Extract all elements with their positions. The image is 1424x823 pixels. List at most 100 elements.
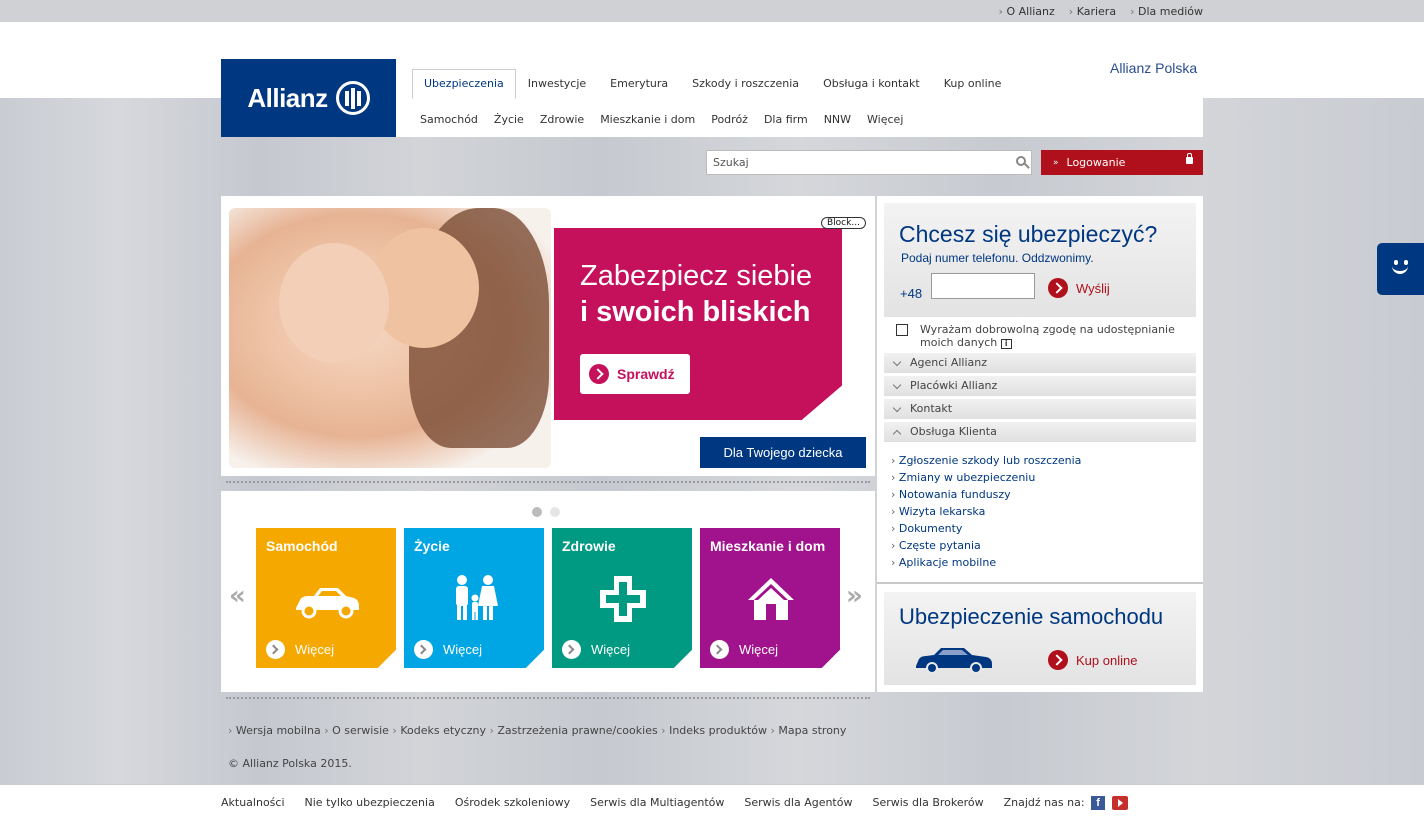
login-button[interactable]: » Logowanie xyxy=(1041,150,1203,175)
carousel-dot-2[interactable] xyxy=(550,507,560,517)
link-czeste-pytania[interactable]: Częste pytania xyxy=(891,537,1081,554)
phone-prefix: +48 xyxy=(900,286,923,301)
top-link-kariera[interactable]: Kariera xyxy=(1069,5,1116,18)
footer-nav-nie-tylko[interactable]: Nie tylko ubezpieczenia xyxy=(305,796,435,810)
tile-more-link[interactable]: Więcej xyxy=(562,640,630,659)
send-button[interactable]: Wyślij xyxy=(1048,278,1110,298)
tile-more-link[interactable]: Więcej xyxy=(414,640,482,659)
chevron-down-icon: » xyxy=(1053,157,1059,168)
house-icon xyxy=(748,578,794,620)
arrow-right-icon xyxy=(589,364,609,384)
link-wizyta[interactable]: Wizyta lekarska xyxy=(891,503,1081,520)
subnav-zdrowie[interactable]: Zdrowie xyxy=(540,113,584,126)
phone-input[interactable] xyxy=(931,273,1035,299)
send-label: Wyślij xyxy=(1076,280,1110,296)
nav-tab-ubezpieczenia[interactable]: Ubezpieczenia xyxy=(412,69,516,99)
footer-link-o-serwisie[interactable]: O serwisie xyxy=(321,724,389,737)
facebook-icon[interactable]: f xyxy=(1091,796,1106,810)
info-icon[interactable]: i xyxy=(1000,339,1012,349)
youtube-icon[interactable] xyxy=(1111,796,1128,810)
callback-subtitle: Podaj numer telefonu. Oddzwonimy. xyxy=(901,251,1094,265)
footer-nav-agentow[interactable]: Serwis dla Agentów xyxy=(744,796,852,810)
top-link-dla-mediow[interactable]: Dla mediów xyxy=(1130,5,1203,18)
footer-nav-aktualnosci[interactable]: Aktualności xyxy=(221,796,285,810)
accordion-kontakt[interactable]: Kontakt xyxy=(884,399,1196,419)
footer-link-kodeks[interactable]: Kodeks etyczny xyxy=(389,724,486,737)
accordion-agenci[interactable]: Agenci Allianz xyxy=(884,353,1196,373)
service-links: Zgłoszenie szkody lub roszczenia Zmiany … xyxy=(891,452,1082,571)
tile-samochod[interactable]: Samochód Więcej xyxy=(256,528,396,668)
car-insurance-promo[interactable]: Ubezpieczenie samochodu Kup online xyxy=(884,592,1196,685)
subnav-zycie[interactable]: Życie xyxy=(494,113,524,126)
subnav-podroz[interactable]: Podróż xyxy=(711,113,748,126)
search-input[interactable] xyxy=(707,151,997,173)
link-dokumenty[interactable]: Dokumenty xyxy=(891,520,1081,537)
dotted-divider xyxy=(226,697,870,699)
callback-form: Chcesz się ubezpieczyć? Podaj numer tele… xyxy=(884,203,1196,317)
tile-mieszkanie[interactable]: Mieszkanie i dom Więcej xyxy=(700,528,840,668)
block-tag[interactable]: Block... xyxy=(821,217,866,229)
smiley-mouth xyxy=(1392,264,1408,274)
lock-icon xyxy=(1186,153,1193,164)
top-link-o-allianz[interactable]: O Allianz xyxy=(999,5,1054,18)
tile-zycie[interactable]: Życie Więcej xyxy=(404,528,544,668)
promo-headline-2: i swoich bliskich xyxy=(580,296,811,328)
footer-nav-multiagentow[interactable]: Serwis dla Multiagentów xyxy=(590,796,724,810)
subnav-mieszkanie[interactable]: Mieszkanie i dom xyxy=(600,113,695,126)
accordion-placowki[interactable]: Placówki Allianz xyxy=(884,376,1196,396)
hero-promo-panel: Zabezpiecz siebie i swoich bliskich Spra… xyxy=(554,228,842,420)
allianz-logo[interactable]: Allianz xyxy=(221,59,396,137)
footer-navigation: Aktualności Nie tylko ubezpieczenia Ośro… xyxy=(221,796,1128,810)
consent-checkbox[interactable] xyxy=(896,324,908,336)
carousel-prev-icon[interactable]: « xyxy=(229,581,246,611)
subnav-nnw[interactable]: NNW xyxy=(824,113,851,126)
nav-tab-kup-online[interactable]: Kup online xyxy=(932,69,1014,99)
tile-more-label: Więcej xyxy=(591,642,631,657)
site-name-link[interactable]: Allianz Polska xyxy=(1110,60,1197,76)
tile-zdrowie[interactable]: Zdrowie Więcej xyxy=(552,528,692,668)
carousel-next-icon[interactable]: » xyxy=(846,581,863,611)
tile-title: Samochód xyxy=(266,538,338,554)
divider xyxy=(877,582,1203,584)
nav-tab-emerytura[interactable]: Emerytura xyxy=(598,69,680,99)
subnav-samochod[interactable]: Samochód xyxy=(420,113,478,126)
nav-tab-inwestycje[interactable]: Inwestycje xyxy=(516,69,598,99)
footer-link-wersja-mobilna[interactable]: Wersja mobilna xyxy=(228,724,321,737)
hero-caption-button[interactable]: Dla Twojego dziecka xyxy=(700,437,866,468)
hero-banner[interactable]: Zabezpiecz siebie i swoich bliskich Spra… xyxy=(221,196,875,476)
arrow-right-icon xyxy=(710,640,729,659)
subnav-wiecej[interactable]: Więcej xyxy=(867,113,903,126)
family-icon xyxy=(456,575,498,620)
footer-nav-brokerow[interactable]: Serwis dla Brokerów xyxy=(872,796,983,810)
allianz-eagle-icon xyxy=(335,81,370,115)
footer-nav-osrodek[interactable]: Ośrodek szkoleniowy xyxy=(455,796,570,810)
carousel-dot-1[interactable] xyxy=(532,507,542,517)
nav-tab-szkody[interactable]: Szkody i roszczenia xyxy=(680,69,811,99)
arrow-right-icon xyxy=(1048,650,1068,670)
cross-icon xyxy=(600,576,646,622)
tile-more-link[interactable]: Więcej xyxy=(266,640,334,659)
footer-link-mapa[interactable]: Mapa strony xyxy=(767,724,846,737)
right-column: Chcesz się ubezpieczyć? Podaj numer tele… xyxy=(877,196,1203,692)
link-zmiany[interactable]: Zmiany w ubezpieczeniu xyxy=(891,469,1081,486)
tile-more-label: Więcej xyxy=(295,642,335,657)
footer-link-zastrzezenia[interactable]: Zastrzeżenia prawne/cookies xyxy=(486,724,658,737)
footer-link-indeks[interactable]: Indeks produktów xyxy=(658,724,767,737)
link-notowania[interactable]: Notowania funduszy xyxy=(891,486,1081,503)
kup-online-button[interactable]: Kup online xyxy=(1048,650,1137,670)
car-icon xyxy=(296,588,359,619)
nav-tab-obsluga[interactable]: Obsługa i kontakt xyxy=(811,69,932,99)
top-utility-bar: O Allianz Kariera Dla mediów xyxy=(0,0,1424,22)
tile-title: Mieszkanie i dom xyxy=(710,538,826,554)
link-aplikacje[interactable]: Aplikacje mobilne xyxy=(891,554,1081,571)
sprawdz-button[interactable]: Sprawdź xyxy=(580,354,690,394)
subnav-dla-firm[interactable]: Dla firm xyxy=(764,113,808,126)
tile-more-link[interactable]: Więcej xyxy=(710,640,778,659)
arrow-right-icon xyxy=(562,640,581,659)
link-zgloszenie-szkody[interactable]: Zgłoszenie szkody lub roszczenia xyxy=(891,452,1082,469)
tile-more-label: Więcej xyxy=(443,642,483,657)
search-icon[interactable] xyxy=(1016,156,1026,166)
chat-widget[interactable] xyxy=(1377,243,1424,295)
top-links: O Allianz Kariera Dla mediów xyxy=(999,5,1203,18)
accordion-obsluga-klienta[interactable]: Obsługa Klienta xyxy=(884,422,1196,442)
